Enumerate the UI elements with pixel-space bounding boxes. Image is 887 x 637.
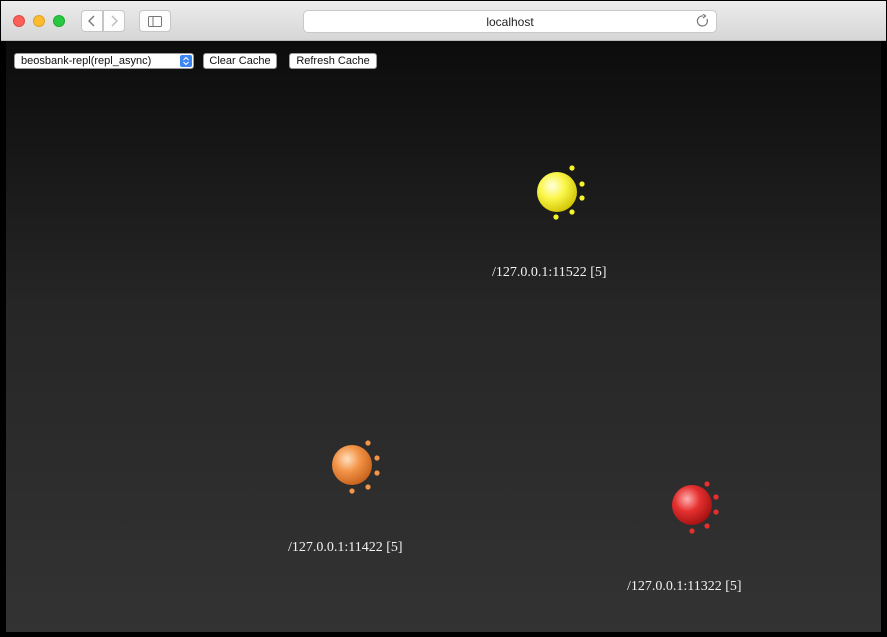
forward-button[interactable] <box>103 10 125 32</box>
node-11422[interactable] <box>332 440 380 494</box>
node-dot <box>579 195 585 201</box>
node-label-11322: /127.0.0.1:11322 [5] <box>627 579 742 594</box>
node-dot <box>349 488 355 494</box>
reload-icon[interactable] <box>696 14 710 28</box>
sidebar-toggle-button[interactable] <box>139 10 171 32</box>
node-dot <box>365 440 371 446</box>
node-sphere-icon[interactable] <box>537 172 577 212</box>
node-dot <box>365 484 371 490</box>
cluster-graph <box>332 165 719 534</box>
node-dot <box>704 523 710 529</box>
node-label-11422: /127.0.0.1:11422 [5] <box>288 540 403 555</box>
url-text: localhost <box>486 15 534 29</box>
browser-window: localhost beosbank-repl(repl_async) Clea… <box>0 0 887 637</box>
title-bar: localhost <box>1 1 886 41</box>
back-icon <box>88 15 95 27</box>
minimize-window-button[interactable] <box>33 15 45 27</box>
node-dot <box>553 214 559 220</box>
node-dot <box>374 470 380 476</box>
node-label-11522: /127.0.0.1:11522 [5] <box>492 265 607 280</box>
forward-icon <box>111 15 118 27</box>
address-bar[interactable]: localhost <box>303 10 717 33</box>
node-sphere-icon[interactable] <box>332 445 372 485</box>
sidebar-icon <box>148 15 162 27</box>
zoom-window-button[interactable] <box>53 15 65 27</box>
node-dot <box>713 494 719 500</box>
back-button[interactable] <box>81 10 103 32</box>
node-dot <box>579 181 585 187</box>
node-dot <box>374 455 380 461</box>
close-window-button[interactable] <box>13 15 25 27</box>
node-dot <box>569 165 575 171</box>
node-11522[interactable] <box>537 165 585 220</box>
node-dot <box>704 481 710 487</box>
page-content: beosbank-repl(repl_async) Clear Cache Re… <box>6 41 881 632</box>
node-dot <box>689 528 695 534</box>
node-dot <box>713 509 719 515</box>
node-11322[interactable] <box>672 481 719 534</box>
node-sphere-icon[interactable] <box>672 485 712 525</box>
node-dot <box>569 209 575 215</box>
